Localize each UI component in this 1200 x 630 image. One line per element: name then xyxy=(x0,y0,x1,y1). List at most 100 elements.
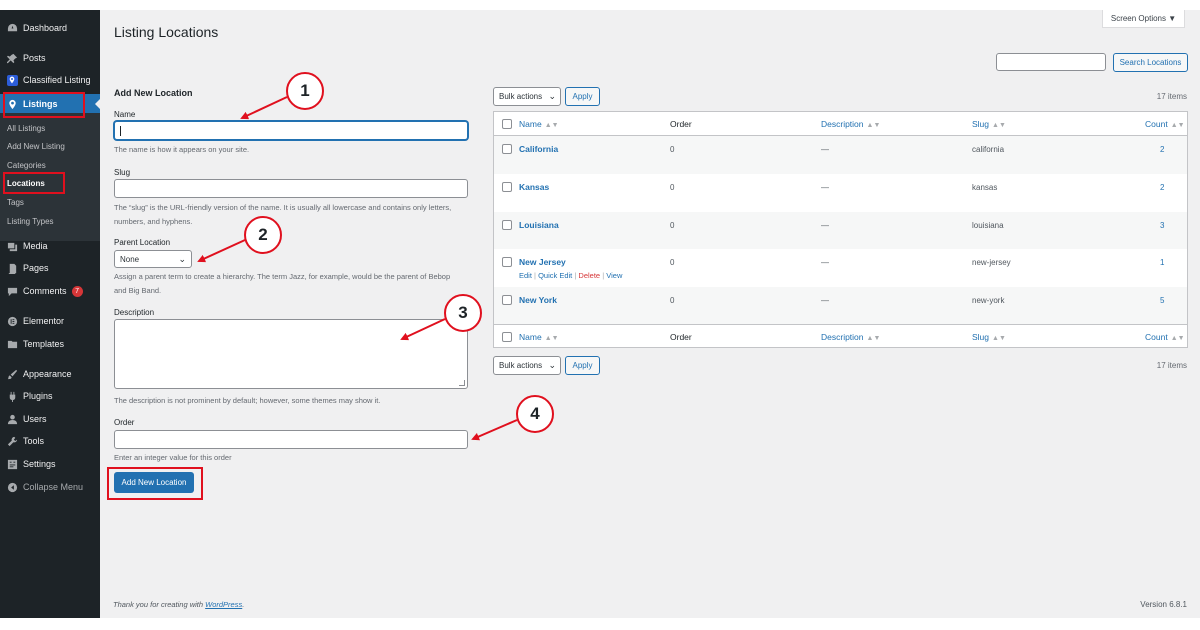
row-count-link[interactable]: 2 xyxy=(1160,145,1164,154)
search-locations-button[interactable]: Search Locations xyxy=(1113,53,1188,72)
slug-input[interactable] xyxy=(114,179,468,198)
resize-handle-icon[interactable] xyxy=(459,380,465,386)
name-input[interactable] xyxy=(114,121,468,140)
submenu-categories[interactable]: Categories xyxy=(7,161,46,170)
row-checkbox[interactable] xyxy=(502,295,512,305)
column-count[interactable]: Count ▲▼ xyxy=(1145,332,1185,342)
description-textarea[interactable] xyxy=(114,319,468,389)
collapse-icon xyxy=(6,481,18,493)
parent-location-label: Parent Location xyxy=(114,238,171,247)
sort-icon: ▲▼ xyxy=(1170,122,1185,129)
row-description: — xyxy=(821,183,829,192)
row-actions: Edit | Quick Edit | Delete | View xyxy=(519,271,623,280)
chevron-down-icon: ⌄ xyxy=(178,254,186,264)
row-count-link[interactable]: 5 xyxy=(1160,296,1164,305)
plugin-icon xyxy=(6,390,18,402)
items-count-top: 17 items xyxy=(1156,92,1187,101)
column-description[interactable]: Description ▲▼ xyxy=(821,119,880,129)
menu-appearance[interactable]: Appearance xyxy=(0,364,100,384)
row-name-link[interactable]: Louisiana xyxy=(519,220,559,230)
chevron-down-icon: ⌄ xyxy=(548,91,556,101)
menu-elementor[interactable]: Elementor xyxy=(0,311,100,331)
column-slug[interactable]: Slug ▲▼ xyxy=(972,332,1006,342)
menu-posts[interactable]: Posts xyxy=(0,48,100,68)
row-checkbox[interactable] xyxy=(502,257,512,267)
table-row: California 0 — california 2 xyxy=(494,136,1187,174)
column-description[interactable]: Description ▲▼ xyxy=(821,332,880,342)
screen-options-button[interactable]: Screen Options ▼ xyxy=(1102,10,1185,28)
delete-link[interactable]: Delete xyxy=(578,271,600,280)
menu-plugins[interactable]: Plugins xyxy=(0,386,100,406)
edit-link[interactable]: Edit xyxy=(519,271,532,280)
quick-edit-link[interactable]: Quick Edit xyxy=(538,271,572,280)
pin-icon xyxy=(6,52,18,64)
view-link[interactable]: View xyxy=(606,271,622,280)
menu-users[interactable]: Users xyxy=(0,409,100,429)
submenu-add-new-listing[interactable]: Add New Listing xyxy=(7,142,65,151)
apply-button-top[interactable]: Apply xyxy=(565,87,600,106)
table-row: Kansas 0 — kansas 2 xyxy=(494,174,1187,212)
row-name-link[interactable]: Kansas xyxy=(519,182,549,192)
menu-classified-listing[interactable]: Classified Listing xyxy=(0,70,100,90)
folder-icon xyxy=(6,338,18,350)
items-count-bottom: 17 items xyxy=(1156,361,1187,370)
row-description: — xyxy=(821,221,829,230)
menu-settings[interactable]: Settings xyxy=(0,454,100,474)
select-all-checkbox[interactable] xyxy=(502,332,512,342)
sort-icon: ▲▼ xyxy=(866,122,881,129)
menu-tools[interactable]: Tools xyxy=(0,431,100,451)
select-all-checkbox[interactable] xyxy=(502,119,512,129)
row-count-link[interactable]: 3 xyxy=(1160,221,1164,230)
row-checkbox[interactable] xyxy=(502,182,512,192)
wrench-icon xyxy=(6,435,18,447)
menu-collapse[interactable]: Collapse Menu xyxy=(0,477,100,497)
column-order: Order xyxy=(670,332,692,342)
parent-help: Assign a parent term to create a hierarc… xyxy=(114,272,451,295)
column-slug[interactable]: Slug ▲▼ xyxy=(972,119,1006,129)
row-checkbox[interactable] xyxy=(502,220,512,230)
bulk-actions-select-bottom[interactable]: Bulk actions ⌄ xyxy=(493,356,561,375)
table-footer: Name ▲▼ Order Description ▲▼ Slug ▲▼ Count ▲… xyxy=(494,324,1187,348)
submenu-listing-types[interactable]: Listing Types xyxy=(7,217,54,226)
column-name[interactable]: Name ▲▼ xyxy=(519,119,559,129)
row-slug: kansas xyxy=(972,183,998,192)
bulk-actions-select-top[interactable]: Bulk actions ⌄ xyxy=(493,87,561,106)
main-content: Screen Options ▼ Listing Locations Searc… xyxy=(100,10,1200,618)
apply-button-bottom[interactable]: Apply xyxy=(565,356,600,375)
media-icon xyxy=(6,240,18,252)
row-name-link[interactable]: New York xyxy=(519,295,557,305)
row-count-link[interactable]: 2 xyxy=(1160,183,1164,192)
menu-pages[interactable]: Pages xyxy=(0,258,100,278)
annotation-marker-4: 4 xyxy=(516,395,554,433)
map-pin-icon xyxy=(6,74,18,86)
menu-media[interactable]: Media xyxy=(0,236,100,256)
submenu-tags[interactable]: Tags xyxy=(7,198,24,207)
menu-templates[interactable]: Templates xyxy=(0,334,100,354)
pages-icon xyxy=(6,262,18,274)
search-input[interactable] xyxy=(996,53,1106,71)
menu-dashboard[interactable]: Dashboard xyxy=(0,18,100,38)
row-checkbox[interactable] xyxy=(502,144,512,154)
wordpress-link[interactable]: WordPress xyxy=(205,600,242,609)
table-header: Name ▲▼ Order Description ▲▼ Slug ▲▼ Count ▲… xyxy=(494,112,1187,136)
row-order: 0 xyxy=(670,145,675,154)
submenu-all-listings[interactable]: All Listings xyxy=(7,124,45,133)
row-count-link[interactable]: 1 xyxy=(1160,258,1164,267)
sort-icon: ▲▼ xyxy=(544,122,559,129)
row-order: 0 xyxy=(670,258,675,267)
sort-icon: ▲▼ xyxy=(992,122,1006,129)
row-name-link[interactable]: California xyxy=(519,144,558,154)
column-count[interactable]: Count ▲▼ xyxy=(1145,119,1185,129)
slug-label: Slug xyxy=(114,168,131,177)
submit-highlight-box xyxy=(107,467,203,500)
slug-help: The “slug” is the URL-friendly version o… xyxy=(114,203,452,226)
locations-table: Name ▲▼ Order Description ▲▼ Slug ▲▼ Count ▲… xyxy=(493,111,1188,348)
column-name[interactable]: Name ▲▼ xyxy=(519,332,559,342)
menu-comments[interactable]: Comments 7 xyxy=(0,281,100,301)
row-description: — xyxy=(821,258,829,267)
parent-location-select[interactable]: None ⌄ xyxy=(114,250,192,268)
row-name-link[interactable]: New Jersey xyxy=(519,257,566,267)
order-input[interactable] xyxy=(114,430,468,449)
table-row: New York 0 — new-york 5 xyxy=(494,287,1187,324)
sort-icon: ▲▼ xyxy=(866,335,881,342)
